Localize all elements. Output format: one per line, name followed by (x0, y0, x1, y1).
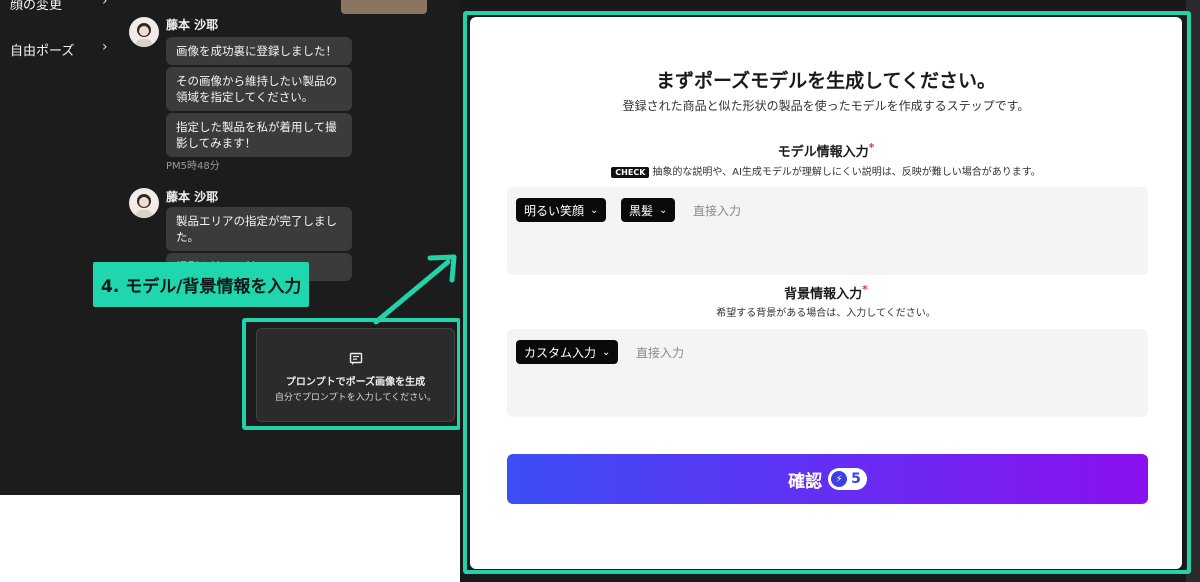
message-time: PM5時48分 (166, 161, 220, 172)
chevron-down-icon: ⌄ (659, 204, 668, 216)
background-info-field[interactable]: カスタム入力 ⌄ 直接入力 (507, 329, 1148, 417)
chip-label: 黒髪 (629, 203, 654, 218)
image-thumbnail[interactable] (341, 0, 427, 14)
step-callout: 4. モデル/背景情報を入力 (93, 262, 310, 307)
chevron-down-icon: ⌄ (590, 204, 599, 216)
chat-bubble: 製品エリアの指定が完了しました。 (166, 207, 352, 251)
background-section-hint: 希望する背景がある場合は、入力してください。 (716, 308, 936, 319)
model-info-field[interactable]: 明るい笑顔 ⌄ 黒髪 ⌄ 直接入力 (507, 187, 1148, 275)
sender-name: 藤本 沙耶 (166, 18, 219, 32)
chevron-right-icon: › (102, 39, 108, 55)
model-section-label: モデル情報入力* (470, 141, 1182, 160)
chevron-right-icon: › (102, 0, 108, 9)
check-badge: CHECK (611, 167, 650, 178)
sidebar-item-label: 顔の変更 (10, 0, 63, 13)
chip-label: カスタム入力 (524, 345, 597, 360)
credit-count: 5 (851, 471, 861, 487)
sender-name: 藤本 沙耶 (166, 190, 219, 204)
chat-bubble: 画像を成功裏に登録しました！ (166, 37, 352, 65)
credit-badge: ⚡ 5 (828, 468, 867, 490)
dialog-subtitle: 登録された商品と似た形状の製品を使ったモデルを作成するステップです。 (622, 99, 1030, 113)
avatar (129, 188, 159, 218)
background-direct-input[interactable]: 直接入力 (636, 344, 684, 361)
model-section-hint-text: 抽象的な説明や、AI生成モデルが理解しにくい説明は、反映が難しい場合があります。 (652, 167, 1041, 178)
chip-bright-smile[interactable]: 明るい笑顔 ⌄ (516, 198, 607, 222)
chevron-down-icon: ⌄ (602, 346, 611, 358)
bolt-icon: ⚡ (831, 471, 848, 487)
avatar (129, 17, 159, 47)
dialog-title: まずポーズモデルを生成してください。 (656, 70, 996, 92)
chip-label: 明るい笑顔 (524, 203, 585, 218)
chat-bubble: その画像から維持したい製品の領域を指定してください。 (166, 67, 352, 111)
sidebar-item-free-pose[interactable]: 自由ポーズ (10, 40, 74, 59)
confirm-button[interactable]: 確認 ⚡ 5 (507, 454, 1148, 504)
background-section-label: 背景情報入力* (470, 283, 1182, 302)
chip-custom-input[interactable]: カスタム入力 ⌄ (516, 340, 619, 364)
chip-black-hair[interactable]: 黒髪 ⌄ (621, 198, 676, 222)
sidebar-item-face-change[interactable]: 顔の変更 (10, 0, 62, 13)
required-mark: * (862, 283, 868, 296)
sidebar-item-label: 自由ポーズ (10, 44, 75, 59)
model-direct-input[interactable]: 直接入力 (693, 202, 741, 219)
confirm-label: 確認 (788, 471, 823, 492)
chat-bubble: 指定した製品を私が着用して撮影してみます！ (166, 113, 352, 157)
background-section-label-text: 背景情報入力 (784, 287, 863, 302)
highlight-frame-prompt (242, 318, 461, 430)
model-section-label-text: モデル情報入力 (777, 145, 869, 160)
pose-model-dialog: まずポーズモデルを生成してください。 登録された商品と似た形状の製品を使ったモデ… (470, 17, 1182, 569)
model-section-hint: CHECK 抽象的な説明や、AI生成モデルが理解しにくい説明は、反映が難しい場合が… (470, 163, 1182, 178)
required-mark: * (868, 141, 875, 154)
